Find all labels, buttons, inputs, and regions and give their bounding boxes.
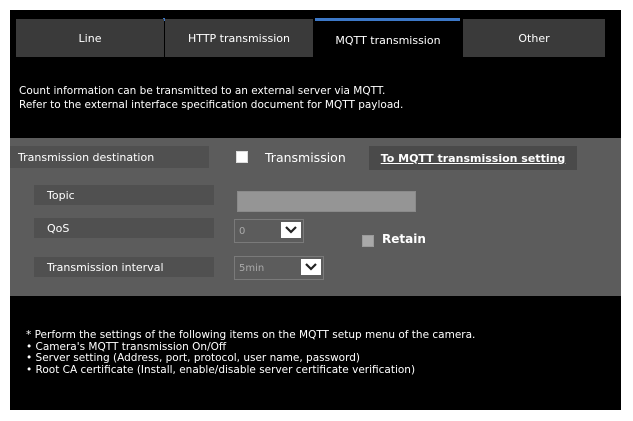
mqtt-setting-link[interactable]: To MQTT transmission setting <box>369 146 577 170</box>
transmission-interval-value: 5min <box>239 262 265 274</box>
transmission-destination-label: Transmission destination <box>10 146 209 168</box>
setup-notes: * Perform the settings of the following … <box>26 329 476 376</box>
retain-label: Retain <box>382 232 426 246</box>
transmission-interval-select[interactable]: 5min <box>234 256 324 280</box>
note-line: • Server setting (Address, port, protoco… <box>26 352 360 364</box>
topic-label: Topic <box>34 185 214 205</box>
tab-label: Other <box>518 31 550 45</box>
transmission-checkbox[interactable] <box>236 151 248 163</box>
chevron-down-icon <box>281 222 301 238</box>
qos-select[interactable]: 0 <box>234 219 304 243</box>
tab-bar: Line HTTP transmission MQTT transmission… <box>10 10 621 60</box>
mqtt-setting-link-text: To MQTT transmission setting <box>380 151 566 165</box>
description-line: Count information can be transmitted to … <box>19 85 386 97</box>
tab-label: Line <box>78 31 102 45</box>
qos-select-value: 0 <box>239 225 246 237</box>
transmission-destination-text: Transmission destination <box>18 150 155 164</box>
tab-other[interactable]: Other <box>463 19 605 57</box>
tab-line[interactable]: Line <box>16 19 164 57</box>
qos-label-text: QoS <box>47 221 70 235</box>
topic-label-text: Topic <box>47 188 75 202</box>
tab-mqtt-transmission[interactable]: MQTT transmission <box>315 21 461 59</box>
tab-label: HTTP transmission <box>188 31 290 45</box>
retain-checkbox[interactable] <box>362 235 374 247</box>
tab-http-transmission[interactable]: HTTP transmission <box>165 19 313 57</box>
transmission-interval-label-text: Transmission interval <box>47 260 164 274</box>
note-line: • Root CA certificate (Install, enable/d… <box>26 363 416 376</box>
transmission-interval-label: Transmission interval <box>34 257 214 277</box>
qos-label: QoS <box>34 218 214 238</box>
tab-label: MQTT transmission <box>335 33 441 47</box>
description-line: Refer to the external interface specific… <box>19 99 404 111</box>
topic-input[interactable] <box>237 191 416 212</box>
transmission-checkbox-label: Transmission <box>265 150 346 165</box>
description: Count information can be transmitted to … <box>19 84 403 112</box>
chevron-down-icon <box>301 259 321 275</box>
settings-frame: Line HTTP transmission MQTT transmission… <box>10 10 621 410</box>
note-line: * Perform the settings of the following … <box>26 329 476 341</box>
